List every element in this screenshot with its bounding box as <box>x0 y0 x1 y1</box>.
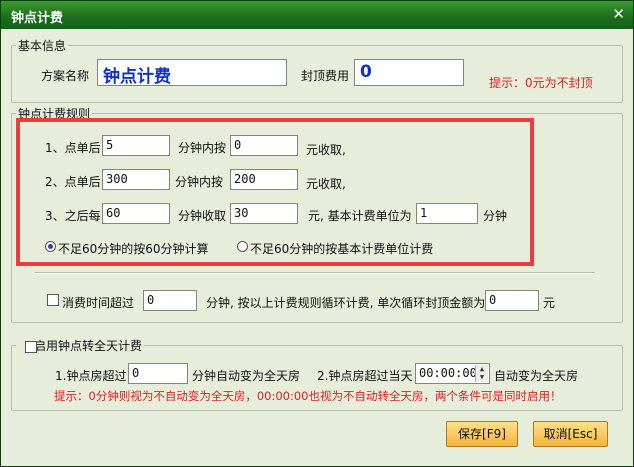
rule3-minutes-input[interactable]: 60 <box>102 203 170 224</box>
rule3-mid: 分钟收取 <box>178 209 227 223</box>
fullday-time-value: 00:00:00 <box>419 366 477 380</box>
rule1-amount-input[interactable]: 0 <box>230 135 298 156</box>
cap-hint: 提示：0元为不封顶 <box>489 76 593 90</box>
close-icon[interactable]: ✕ <box>612 5 625 23</box>
fullday-time-input[interactable]: 00:00:00 ▲ ▼ <box>415 363 490 384</box>
cancel-button[interactable]: 取消[Esc] <box>533 421 608 447</box>
cap-fee-label: 封顶费用 <box>301 69 350 83</box>
fullday-note: 提示：0分钟则视为不自动变为全天房，00:00:00也视为不自动转全天房，两个条… <box>54 389 562 403</box>
rule3-suffix: 元, 基本计费单位为 <box>308 209 412 223</box>
scheme-name-label: 方案名称 <box>41 69 90 83</box>
fullday-label-2: 分钟自动变为全天房 <box>192 369 301 383</box>
fullday-minutes-input[interactable]: 0 <box>128 363 188 384</box>
basic-info-legend: 基本信息 <box>18 39 67 53</box>
rule1-prefix: 1、点单后 <box>45 141 101 155</box>
rule2-prefix: 2、点单后 <box>45 175 101 189</box>
rule3-amount-input[interactable]: 30 <box>230 203 298 224</box>
cycle-cap-input[interactable]: 0 <box>485 290 539 311</box>
rule1-mid: 分钟内按 <box>178 141 227 155</box>
rule2-suffix: 元收取, <box>306 177 346 191</box>
scheme-name-input[interactable]: 钟点计费 <box>97 59 287 86</box>
round-base-unit-radio[interactable] <box>237 241 248 252</box>
base-unit-suffix: 分钟 <box>483 209 508 223</box>
cycle-label-1: 消费时间超过 <box>62 296 135 310</box>
cap-fee-input[interactable]: 0 <box>354 59 464 86</box>
fullday-checkbox[interactable] <box>25 341 37 353</box>
cycle-checkbox[interactable] <box>47 294 59 306</box>
dialog-window: 钟点计费 ✕ 基本信息 方案名称 钟点计费 封顶费用 0 提示：0元为不封顶 钟… <box>0 0 634 467</box>
round-60-label: 不足60分钟的按60分钟计算 <box>58 242 209 256</box>
divider <box>35 272 595 274</box>
rule2-mid: 分钟内按 <box>175 175 224 189</box>
fullday-label-4: 自动变为全天房 <box>494 369 579 383</box>
round-base-unit-label: 不足60分钟的按基本计费单位计费 <box>250 242 434 256</box>
rule3-prefix: 3、之后每 <box>45 209 101 223</box>
fullday-label-1: 1.钟点房超过 <box>55 369 127 383</box>
cycle-minutes-input[interactable]: 0 <box>143 290 197 311</box>
base-unit-input[interactable]: 1 <box>416 203 478 224</box>
rule2-amount-input[interactable]: 200 <box>230 169 298 190</box>
fullday-label-3: 2.钟点房超过当天 <box>317 369 413 383</box>
cycle-label-2: 分钟, 按以上计费规则循环计费, 单次循环封顶金额为 <box>206 296 486 310</box>
rule1-minutes-input[interactable]: 5 <box>102 135 170 156</box>
round-60-radio[interactable] <box>45 241 56 252</box>
cycle-label-3: 元 <box>543 296 556 310</box>
title-bar[interactable]: 钟点计费 ✕ <box>1 1 633 29</box>
window-title: 钟点计费 <box>11 11 64 26</box>
rule2-minutes-input[interactable]: 300 <box>102 169 170 190</box>
time-spinner-icon[interactable]: ▲ ▼ <box>475 365 488 382</box>
save-button[interactable]: 保存[F9] <box>446 421 518 447</box>
rule1-suffix: 元收取, <box>306 143 346 157</box>
